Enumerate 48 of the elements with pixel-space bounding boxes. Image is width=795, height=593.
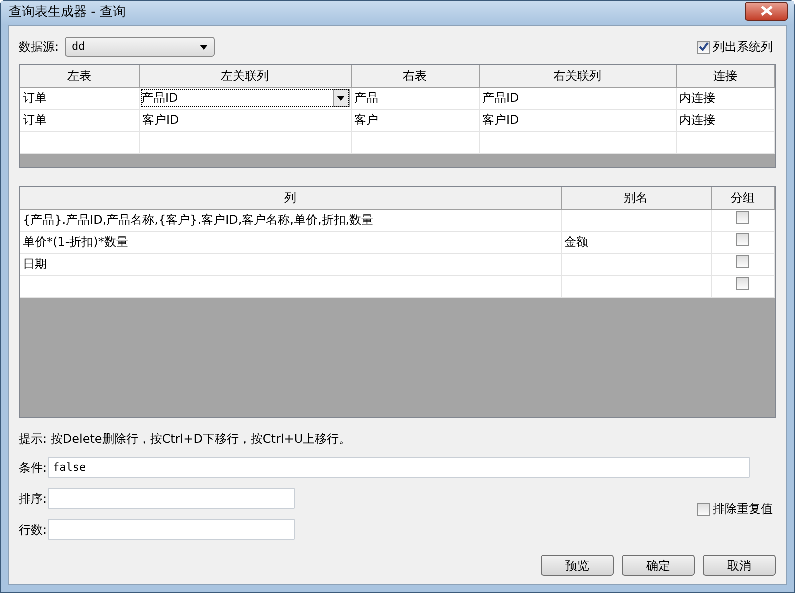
field-label: 数据源: [19, 39, 60, 56]
field-label: 排序: [19, 490, 48, 508]
checkbox[interactable] [697, 40, 710, 54]
table-cell: 订单 [23, 91, 47, 105]
dialog-button[interactable]: 取消 [703, 555, 776, 576]
table-cell: 产品ID [482, 91, 520, 105]
condition-field[interactable]: false [48, 457, 750, 478]
checkbox-label: 排除重复值 [713, 501, 773, 518]
table-cell: 内连接 [680, 91, 716, 105]
table-cell: {产品}.产品ID,产品名称,{客户}.客户ID,客户名称,单价,折扣,数量 [23, 213, 374, 227]
close-icon [760, 6, 772, 16]
table-cell: 客户ID [142, 113, 180, 127]
checkbox-label: 列出系统列 [713, 39, 773, 56]
table-cell: 单价*(1-折扣)*数量 [23, 235, 128, 249]
table-cell: 产品 [354, 91, 378, 105]
table-cell: 日期 [23, 257, 47, 271]
field-label: 条件: [19, 460, 48, 476]
sort-field[interactable] [48, 488, 296, 509]
column-header[interactable]: 连接 [676, 65, 774, 87]
table-cell: 订单 [23, 113, 47, 127]
checkbox[interactable] [697, 502, 710, 516]
column-header[interactable]: 分组 [711, 187, 774, 209]
field-label: 行数: [19, 522, 48, 538]
checkbox[interactable] [736, 211, 750, 224]
column-header[interactable]: 左关联列 [139, 65, 351, 87]
window-title: 查询表生成器 - 查询 [9, 4, 126, 22]
table-cell[interactable]: 产品ID [142, 89, 178, 107]
dropdown-button[interactable] [332, 89, 350, 107]
table-cell: 内连接 [680, 113, 716, 127]
caret-icon [200, 44, 208, 50]
checkbox[interactable] [736, 233, 750, 246]
column-header[interactable]: 右关联列 [479, 65, 676, 87]
table-cell: 金额 [564, 235, 588, 249]
column-header[interactable]: 左表 [20, 65, 139, 87]
row-count-field[interactable] [48, 519, 296, 540]
hint-text: 提示: 按Delete删除行，按Ctrl+D下移行，按Ctrl+U上移行。 [19, 432, 352, 446]
table-cell: 客户 [354, 113, 378, 127]
datasource-dropdown[interactable]: dd [65, 37, 216, 57]
dialog-button[interactable]: 确定 [622, 555, 695, 576]
column-header[interactable]: 右表 [351, 65, 479, 87]
table-cell: 客户ID [482, 113, 520, 127]
column-header[interactable]: 别名 [561, 187, 711, 209]
checkbox[interactable] [736, 277, 750, 290]
checkbox[interactable] [736, 255, 750, 268]
dialog-button[interactable]: 预览 [541, 555, 614, 576]
column-header[interactable]: 列 [20, 187, 561, 209]
close-button[interactable] [745, 2, 788, 20]
caret-icon [337, 96, 345, 100]
